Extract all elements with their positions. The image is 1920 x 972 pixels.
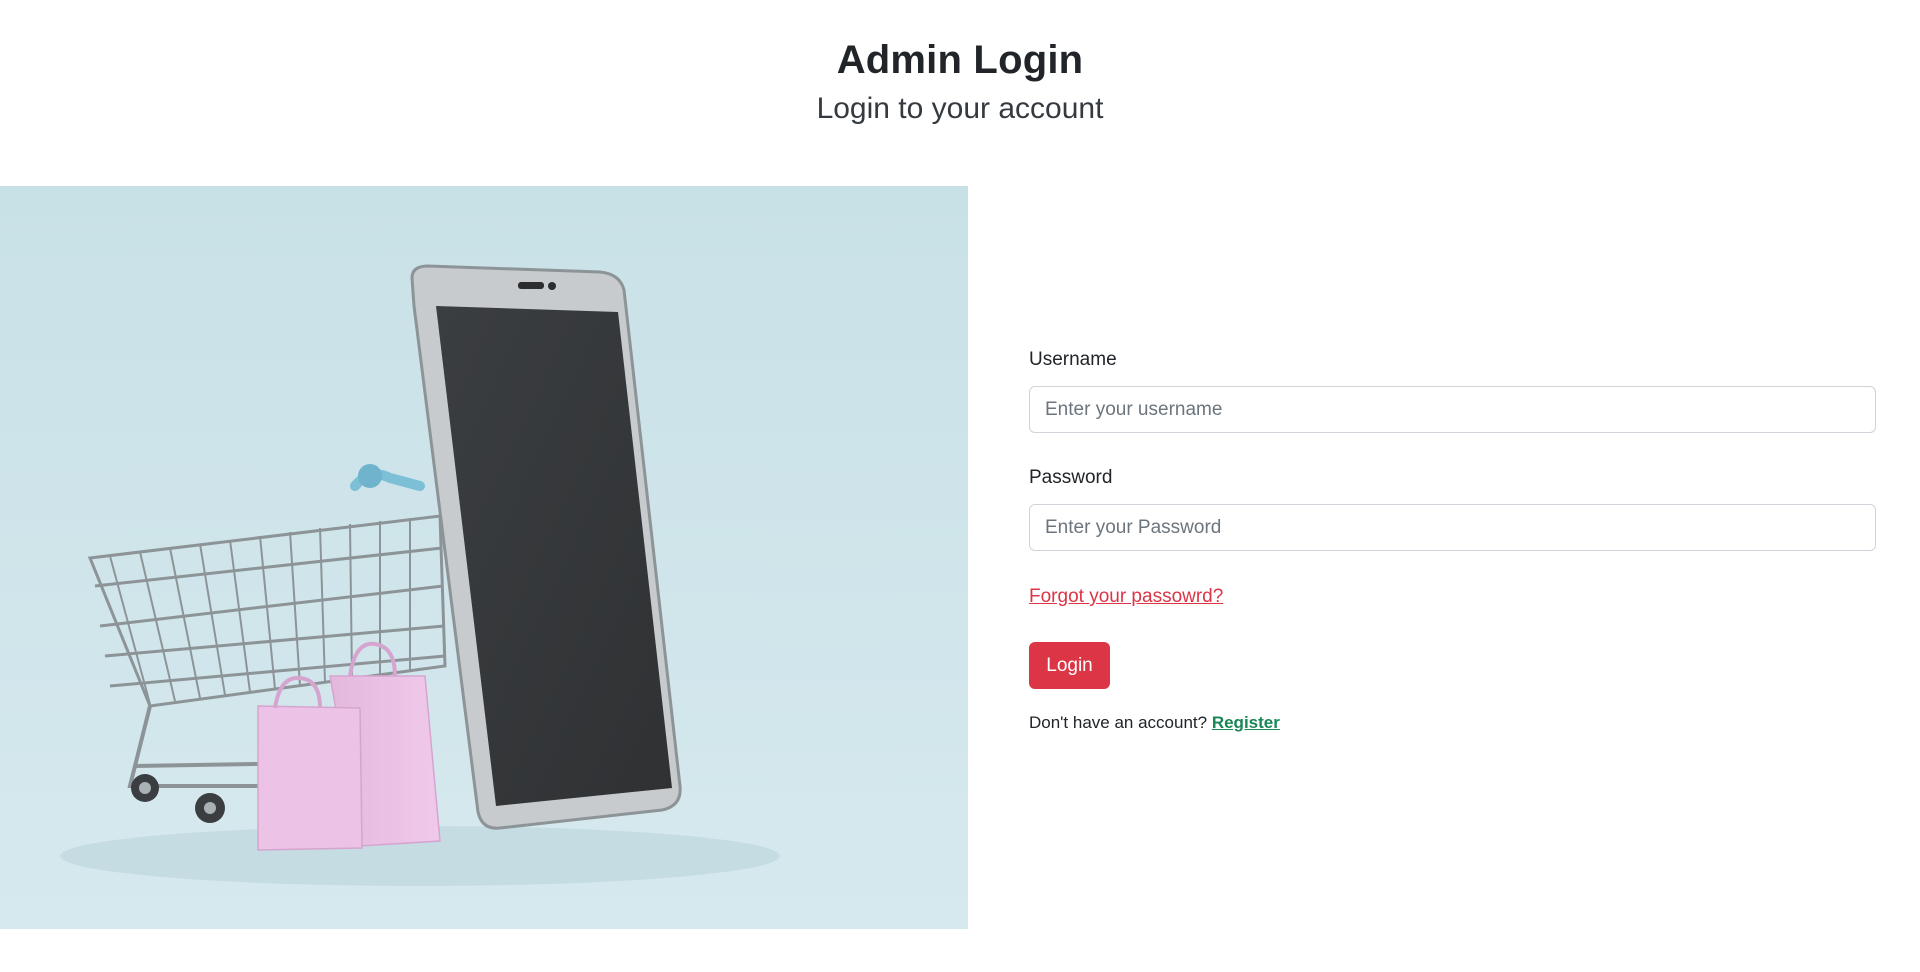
username-input[interactable] [1029,386,1876,433]
login-form: Username Password Forgot your passowrd? … [1029,186,1876,929]
shopping-illustration-icon [0,186,968,929]
page-subtitle: Login to your account [816,92,1104,125]
register-line: Don't have an account? Register [1029,713,1280,733]
register-prompt: Don't have an account? [1029,713,1208,732]
forgot-password-link[interactable]: Forgot your passowrd? [1029,586,1223,608]
hero-image [0,186,968,929]
login-button[interactable]: Login [1029,642,1110,689]
register-link[interactable]: Register [1212,713,1280,732]
password-label: Password [1029,467,1113,488]
password-input[interactable] [1029,504,1876,551]
username-label: Username [1029,349,1117,370]
page-title: Admin Login [836,38,1084,82]
